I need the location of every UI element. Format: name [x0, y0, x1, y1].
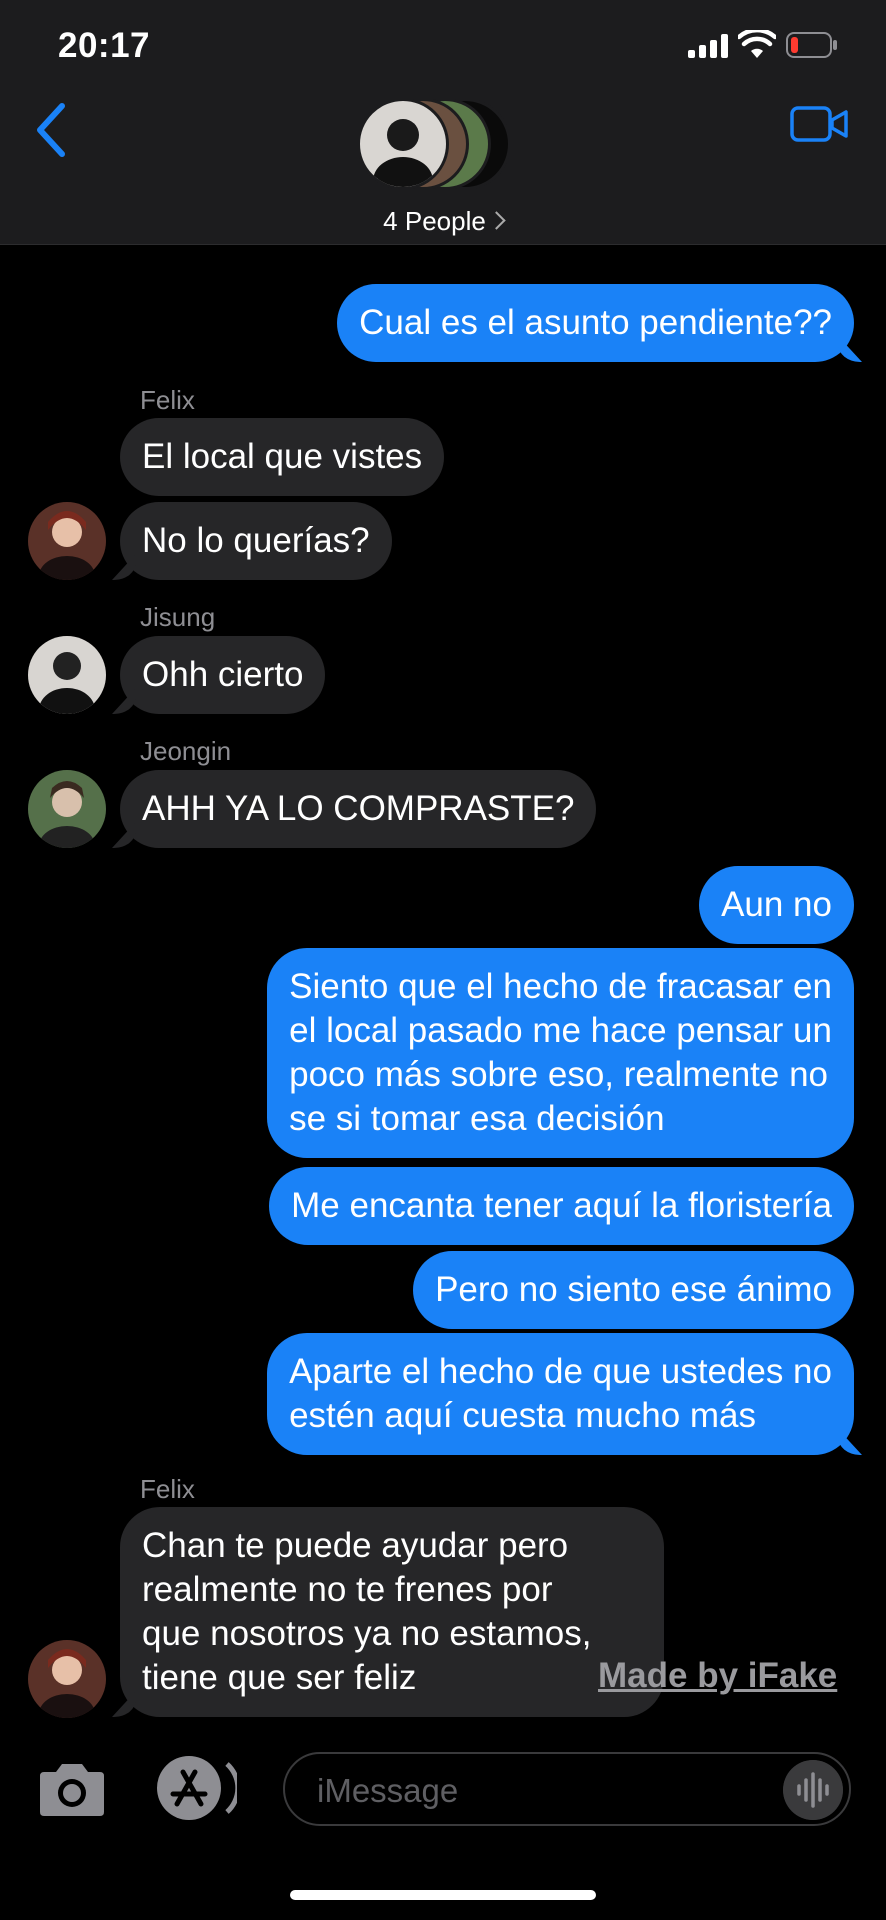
message-incoming[interactable]: AHH YA LO COMPRASTE? — [120, 770, 597, 848]
app-store-icon[interactable] — [155, 1754, 237, 1822]
sender-name: Felix — [140, 1474, 195, 1504]
message-outgoing[interactable]: Siento que el hecho de fracasar en el lo… — [267, 948, 854, 1158]
message-incoming[interactable]: El local que vistes — [120, 418, 445, 496]
message-outgoing[interactable]: Cual es el asunto pendiente?? — [337, 284, 854, 362]
message-input[interactable]: iMessage — [283, 1752, 851, 1826]
message-input-placeholder: iMessage — [317, 1772, 459, 1809]
message-outgoing[interactable]: Aun no — [699, 866, 854, 944]
message-incoming[interactable]: No lo querías? — [120, 502, 392, 580]
watermark: Made by iFake — [598, 1656, 838, 1695]
chevron-right-icon — [487, 211, 506, 230]
message-outgoing[interactable]: Me encanta tener aquí la floristería — [269, 1167, 854, 1245]
home-indicator[interactable] — [290, 1890, 596, 1900]
group-avatar-stack[interactable] — [357, 98, 527, 205]
avatar-felix[interactable] — [28, 1640, 106, 1718]
avatar-felix[interactable] — [28, 502, 106, 580]
sender-name: Jisung — [140, 602, 216, 632]
sender-name: Felix — [140, 385, 195, 415]
signal-icon — [688, 34, 728, 58]
message-outgoing[interactable]: Pero no siento ese ánimo — [413, 1251, 854, 1329]
message-outgoing[interactable]: Aparte el hecho de que ustedes no estén … — [267, 1333, 854, 1455]
message-incoming[interactable]: Ohh cierto — [120, 636, 326, 714]
video-camera-icon[interactable] — [790, 104, 850, 144]
avatar-jisung[interactable] — [28, 636, 106, 714]
audio-waveform-icon[interactable] — [783, 1760, 843, 1820]
camera-icon[interactable] — [36, 1762, 108, 1818]
status-time: 20:17 — [58, 26, 151, 65]
group-avatar — [357, 98, 449, 205]
battery-icon — [786, 32, 837, 58]
wifi-icon — [738, 30, 776, 58]
conversation-header: 20:17 4 People — [0, 0, 886, 245]
sender-name: Jeongin — [140, 736, 232, 766]
group-details-button[interactable]: 4 People — [0, 206, 886, 237]
message-incoming[interactable]: Chan te puede ayudar pero realmente no t… — [120, 1507, 664, 1717]
people-count-label: 4 People — [383, 206, 486, 236]
back-chevron-icon[interactable] — [30, 100, 74, 160]
avatar-jeongin[interactable] — [28, 770, 106, 848]
